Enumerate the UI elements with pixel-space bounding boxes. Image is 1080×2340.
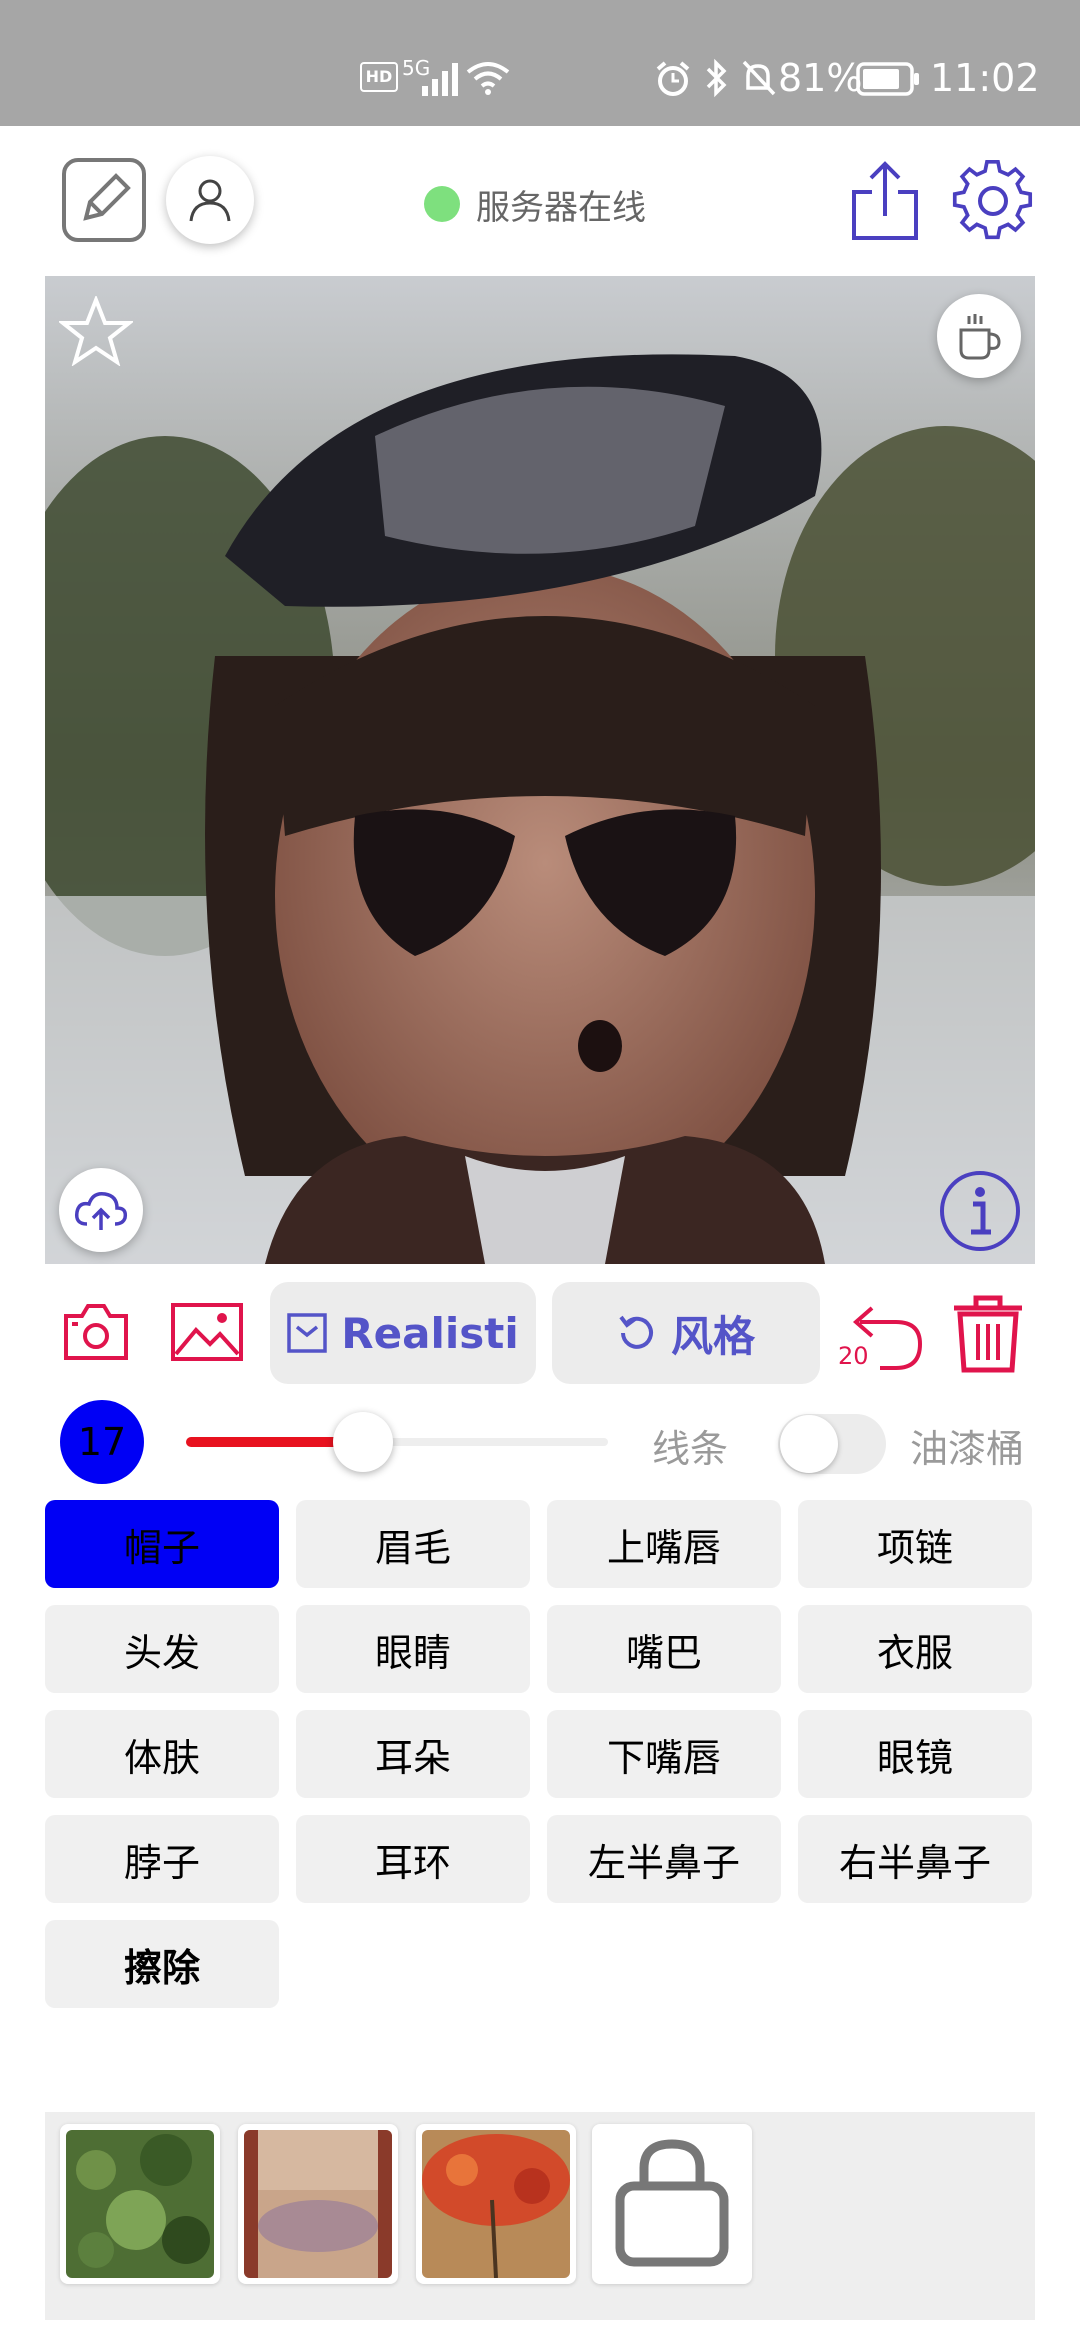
part-label: 耳环	[374, 1840, 451, 1885]
part-button[interactable]: 耳朵	[296, 1710, 530, 1798]
part-label: 脖子	[123, 1840, 200, 1885]
style-label: 风格	[670, 1311, 755, 1361]
style-thumbnail-2[interactable]	[238, 2124, 398, 2284]
image-icon[interactable]	[170, 1302, 244, 1362]
style-button[interactable]: 风格	[552, 1282, 820, 1384]
checkbox-icon	[287, 1313, 328, 1353]
slider-thumb[interactable]	[333, 1412, 393, 1472]
edit-icon	[83, 173, 131, 221]
status-dot	[424, 186, 460, 222]
server-status-label: 服务器在线	[476, 187, 646, 228]
part-label: 左半鼻子	[587, 1840, 740, 1885]
part-button[interactable]: 嘴巴	[547, 1605, 781, 1693]
rotate-icon	[619, 1315, 653, 1349]
thumbnail-image	[422, 2130, 570, 2278]
part-label: 嘴巴	[625, 1630, 702, 1675]
server-status: 服务器在线	[424, 180, 646, 228]
brush-size-indicator[interactable]: 17	[60, 1400, 144, 1484]
part-button[interactable]: 眉毛	[296, 1500, 530, 1588]
wifi-icon	[466, 62, 510, 95]
shopping-bag-icon	[615, 2139, 729, 2267]
toggle-knob	[780, 1415, 838, 1473]
store-button[interactable]	[592, 2124, 752, 2284]
part-button[interactable]: 眼睛	[296, 1605, 530, 1693]
canvas-artwork	[45, 276, 1035, 1264]
alarm-icon	[656, 61, 690, 96]
part-label: 耳朵	[374, 1735, 451, 1780]
part-label: 帽子	[123, 1525, 200, 1570]
part-button[interactable]: 脖子	[45, 1815, 279, 1903]
mute-bell-icon	[742, 60, 776, 96]
part-button[interactable]: 擦除	[45, 1920, 279, 2008]
brush-size-slider[interactable]	[186, 1412, 608, 1472]
signal-icon	[422, 63, 458, 96]
part-label: 眼镜	[876, 1735, 953, 1780]
coffee-cup-icon	[959, 314, 1001, 360]
mode-button[interactable]: Realisti	[270, 1282, 536, 1384]
cloud-upload-icon	[74, 1191, 128, 1230]
user-button[interactable]	[166, 156, 254, 244]
part-button[interactable]: 耳环	[296, 1815, 530, 1903]
line-label: 线条	[652, 1427, 729, 1471]
style-thumbnail-3[interactable]	[416, 2124, 576, 2284]
part-button[interactable]: 衣服	[798, 1605, 1032, 1693]
gear-icon[interactable]	[952, 160, 1034, 242]
part-label: 右半鼻子	[838, 1840, 991, 1885]
coffee-button[interactable]	[937, 294, 1021, 378]
battery-percent: 81%	[778, 56, 863, 100]
mode-label: Realisti	[341, 1308, 519, 1358]
style-thumbnail-1[interactable]	[60, 2124, 220, 2284]
thumbnail-image	[66, 2130, 214, 2278]
thumbnail-image	[244, 2130, 392, 2278]
camera-icon[interactable]	[62, 1302, 130, 1362]
part-button[interactable]: 下嘴唇	[547, 1710, 781, 1798]
part-label: 眉毛	[374, 1525, 451, 1570]
part-label: 衣服	[876, 1630, 953, 1675]
bucket-label: 油漆桶	[910, 1427, 1025, 1471]
info-icon[interactable]	[937, 1168, 1023, 1254]
drawing-canvas[interactable]	[45, 276, 1035, 1264]
part-label: 上嘴唇	[606, 1525, 721, 1570]
part-label: 下嘴唇	[606, 1735, 721, 1780]
part-button[interactable]: 左半鼻子	[547, 1815, 781, 1903]
part-label: 擦除	[123, 1945, 200, 1990]
bluetooth-icon	[706, 58, 727, 98]
part-label: 体肤	[123, 1735, 200, 1780]
undo-count: 20	[838, 1342, 869, 1370]
bucket-toggle[interactable]	[778, 1414, 886, 1474]
part-button[interactable]: 头发	[45, 1605, 279, 1693]
part-label: 眼睛	[374, 1630, 451, 1675]
star-icon[interactable]	[59, 296, 133, 366]
battery-icon	[856, 62, 919, 96]
clock: 11:02	[930, 56, 1040, 100]
trash-icon[interactable]	[950, 1292, 1026, 1374]
user-icon	[189, 179, 231, 222]
part-button[interactable]: 上嘴唇	[547, 1500, 781, 1588]
status-bar: HD 5G 81% 11:02	[0, 0, 1080, 126]
share-icon[interactable]	[846, 158, 924, 242]
upload-button[interactable]	[59, 1168, 143, 1252]
edit-button[interactable]	[62, 158, 146, 242]
part-label: 头发	[123, 1630, 200, 1675]
part-button[interactable]: 右半鼻子	[798, 1815, 1032, 1903]
brush-size-value: 17	[77, 1420, 127, 1464]
part-button[interactable]: 眼镜	[798, 1710, 1032, 1798]
hd-icon: HD	[360, 62, 398, 92]
part-button[interactable]: 项链	[798, 1500, 1032, 1588]
hd-label: HD	[365, 67, 393, 86]
part-label: 项链	[876, 1525, 953, 1570]
part-button[interactable]: 帽子	[45, 1500, 279, 1588]
part-button[interactable]: 体肤	[45, 1710, 279, 1798]
